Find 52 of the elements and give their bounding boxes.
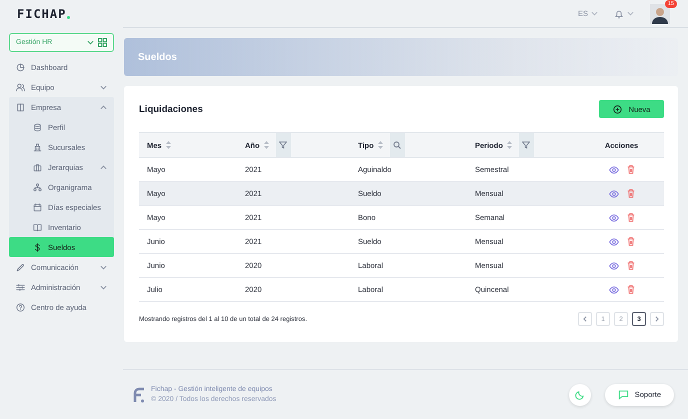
search-icon (393, 141, 402, 149)
plus-circle-icon (612, 104, 622, 114)
chevron-left-icon (582, 316, 588, 322)
users-icon (16, 82, 25, 92)
notification-bell-icon[interactable] (614, 8, 624, 18)
chevron-icon (87, 39, 94, 46)
sort-icon[interactable] (166, 141, 171, 149)
delete-icon[interactable] (626, 261, 634, 270)
previous-page-button[interactable] (578, 312, 592, 326)
view-icon[interactable] (608, 262, 618, 270)
filter-button[interactable] (276, 133, 291, 157)
hierarchy-icon (33, 182, 42, 192)
sort-icon[interactable] (378, 141, 383, 149)
chevron-right-icon (654, 316, 660, 322)
filter-icon (522, 141, 530, 149)
view-icon[interactable] (608, 190, 618, 198)
chevron-icon (627, 10, 634, 17)
pie-chart-icon (16, 62, 25, 72)
briefcase-icon (33, 162, 42, 172)
brand-logo-icon (133, 386, 145, 402)
building-icon (16, 102, 25, 112)
card-title: Liquidaciones (139, 104, 203, 114)
dark-mode-button[interactable] (568, 384, 591, 406)
calendar-icon (33, 202, 42, 212)
help-icon (16, 302, 25, 312)
avatar-icon[interactable] (650, 4, 670, 24)
delete-icon[interactable] (626, 189, 634, 198)
page-title: Sueldos (138, 52, 177, 62)
sort-icon[interactable] (264, 141, 269, 149)
filter-button[interactable] (518, 133, 534, 157)
delete-icon[interactable] (626, 285, 634, 294)
next-page-button[interactable] (650, 312, 664, 326)
filter-icon (279, 141, 288, 149)
sort-icon[interactable] (506, 141, 512, 149)
view-icon[interactable] (608, 238, 618, 246)
view-icon[interactable] (608, 166, 618, 174)
moon-icon (574, 390, 585, 400)
delete-icon[interactable] (626, 213, 634, 222)
book-icon (33, 222, 42, 232)
view-icon[interactable] (608, 286, 618, 294)
database-icon (33, 122, 42, 132)
dollar-icon (33, 242, 42, 252)
sliders-icon (16, 282, 25, 292)
office-icon (33, 142, 42, 152)
search-button[interactable] (390, 133, 405, 157)
logo: FICHAP (17, 7, 66, 21)
view-icon[interactable] (608, 214, 618, 222)
delete-icon[interactable] (626, 237, 634, 246)
delete-icon[interactable] (626, 165, 634, 174)
chat-icon (618, 389, 629, 400)
grid-icon (98, 38, 107, 47)
chevron-icon (591, 10, 598, 17)
